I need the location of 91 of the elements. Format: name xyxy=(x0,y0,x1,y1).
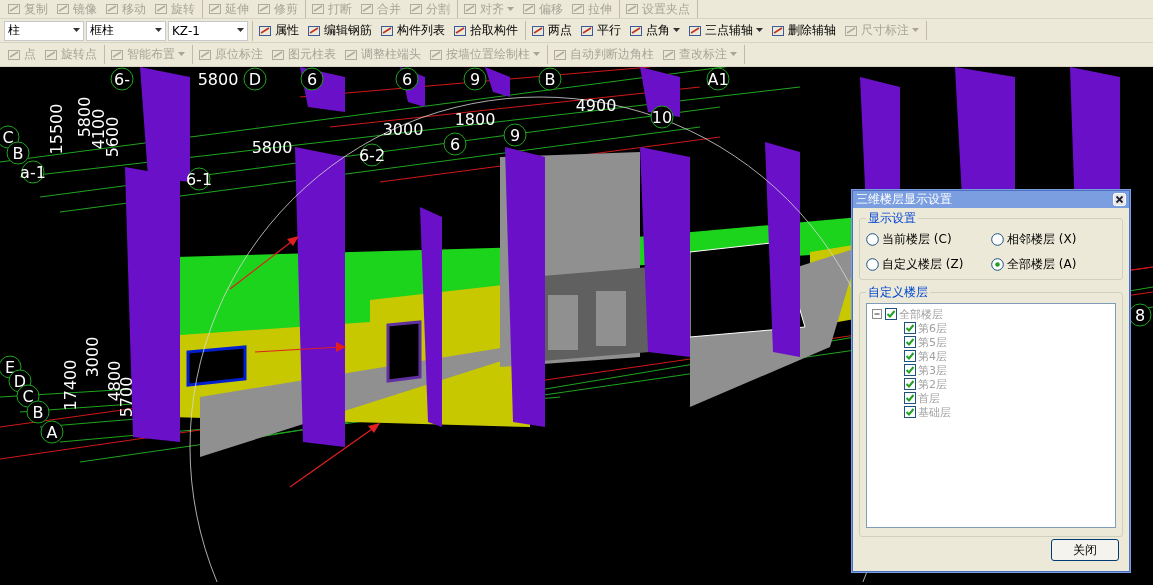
dimension-label: 3000 xyxy=(382,120,424,139)
toolbar-button[interactable]: 构件列表 xyxy=(377,21,448,40)
tool-icon xyxy=(311,2,325,16)
radio-option[interactable]: 自定义楼层 (Z) xyxy=(866,256,991,273)
tool-icon xyxy=(580,23,594,38)
dropdown-value: 柱 xyxy=(8,22,20,39)
toolbar-button[interactable]: 点角 xyxy=(626,21,683,40)
radio-label: 全部楼层 (A) xyxy=(1007,256,1077,273)
axis-bubble: 10 xyxy=(650,105,674,129)
dimension-label: 5800 xyxy=(197,70,239,89)
dropdown-field[interactable]: KZ-1 xyxy=(168,20,248,41)
axis-bubble: B xyxy=(538,67,562,91)
tool-icon xyxy=(154,2,168,16)
tool-icon xyxy=(522,2,536,16)
dimension-label: 4900 xyxy=(575,96,617,115)
radio-option[interactable]: 相邻楼层 (X) xyxy=(991,231,1116,248)
tool-icon xyxy=(844,23,858,38)
axis-bubble: D xyxy=(243,67,267,91)
radio-button[interactable] xyxy=(991,258,1004,271)
dimension-label: 1800 xyxy=(454,110,496,129)
toolbar-button[interactable]: 平行 xyxy=(577,21,624,40)
dropdown-value: 框柱 xyxy=(90,22,114,39)
tool-icon xyxy=(571,2,585,16)
dropdown-value: KZ-1 xyxy=(172,23,200,38)
dimension-label: 15500 xyxy=(47,103,66,155)
tool-icon xyxy=(56,2,70,16)
axis-bubble: 6 xyxy=(395,67,419,91)
toolbar-button[interactable]: 拾取构件 xyxy=(450,21,521,40)
window-opening xyxy=(186,345,247,387)
tool-icon xyxy=(105,2,119,16)
tool-icon xyxy=(7,2,21,16)
tool-icon xyxy=(44,47,58,62)
axis-bubble: 6 xyxy=(300,67,324,91)
radio-button[interactable] xyxy=(866,233,879,246)
radio-label: 当前楼层 (C) xyxy=(882,231,952,248)
dimension-label: 3000 xyxy=(83,336,102,378)
axis-bubble: a-1 xyxy=(20,160,46,184)
tool-icon xyxy=(429,47,443,62)
radio-button[interactable] xyxy=(866,258,879,271)
radio-option[interactable]: 当前楼层 (C) xyxy=(866,231,991,248)
toolbar-button[interactable]: 编辑钢筋 xyxy=(304,21,375,40)
axis-bubble: A xyxy=(40,420,64,444)
tool-icon xyxy=(257,2,271,16)
radio-option[interactable]: 全部楼层 (A) xyxy=(991,256,1116,273)
tool-icon xyxy=(271,47,285,62)
dimension-label: 5800 xyxy=(251,138,293,157)
tool-icon xyxy=(409,2,423,16)
axis-bubble: 9 xyxy=(503,123,527,147)
group-title: 自定义楼层 xyxy=(867,284,929,301)
tool-icon xyxy=(344,47,358,62)
radio-label: 自定义楼层 (Z) xyxy=(882,256,964,273)
tool-icon xyxy=(208,2,222,16)
tool-icon xyxy=(380,23,394,38)
axis-bubble: 6-1 xyxy=(185,167,213,191)
group-title: 显示设置 xyxy=(867,210,917,227)
toolbar-button[interactable]: 属性 xyxy=(255,21,302,40)
toolbar-button[interactable]: 两点 xyxy=(528,21,575,40)
tool-icon xyxy=(258,23,272,38)
toolbar-button[interactable]: 删除辅轴 xyxy=(768,21,839,40)
dimension-label: 17400 xyxy=(61,359,80,411)
tool-icon xyxy=(307,23,321,38)
axis-bubble: 6-2 xyxy=(358,143,386,167)
tool-icon xyxy=(531,23,545,38)
tool-icon xyxy=(360,2,374,16)
axis-bubble: 6 xyxy=(443,132,467,156)
dropdown-field[interactable]: 柱 xyxy=(4,20,84,41)
tool-icon xyxy=(688,23,702,38)
tool-icon xyxy=(662,47,676,62)
tool-icon xyxy=(198,47,212,62)
axis-bubble: 6- xyxy=(110,67,134,91)
tool-icon xyxy=(453,23,467,38)
dimension-label: 5600 xyxy=(103,116,122,158)
close-button[interactable]: 关闭 xyxy=(1051,539,1119,561)
dropdown-field[interactable]: 框柱 xyxy=(86,20,166,41)
radio-button[interactable] xyxy=(991,233,1004,246)
tool-icon xyxy=(7,47,21,62)
tool-icon xyxy=(625,2,639,16)
tool-icon xyxy=(110,47,124,62)
direction-arrow xyxy=(229,236,299,290)
radio-label: 相邻楼层 (X) xyxy=(1007,231,1077,248)
toolbar-button[interactable]: 三点辅轴 xyxy=(685,21,766,40)
axis-bubble: A1 xyxy=(706,67,730,91)
dialog-title: 三维楼层显示设置 xyxy=(856,191,952,208)
axis-bubble: 9 xyxy=(463,67,487,91)
tool-icon xyxy=(463,2,477,16)
window-opening xyxy=(386,320,422,383)
tool-icon xyxy=(629,23,643,38)
close-icon[interactable] xyxy=(1113,193,1126,206)
tool-icon xyxy=(771,23,785,38)
tool-icon xyxy=(553,47,567,62)
column xyxy=(485,67,510,97)
